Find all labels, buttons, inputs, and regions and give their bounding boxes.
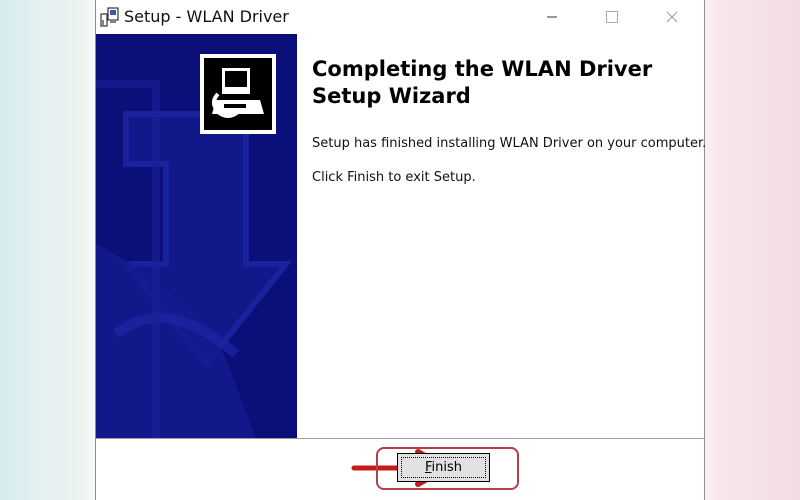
wizard-content: Completing the WLAN Driver Setup Wizard … [312,34,706,185]
finish-button[interactable]: Finish [397,453,490,482]
title-bar[interactable]: Setup - WLAN Driver [96,0,704,34]
install-complete-message: Setup has finished installing WLAN Drive… [312,136,707,151]
close-button[interactable] [642,0,702,34]
finish-label-rest: inish [431,460,463,475]
installer-computer-icon [200,54,276,134]
minimize-button[interactable] [522,0,582,34]
exit-instruction: Click Finish to exit Setup. [312,170,476,185]
minimize-icon [547,16,557,18]
setup-app-icon [100,6,120,28]
page-title-line1: Completing the WLAN Driver [312,57,653,81]
maximize-icon [606,11,618,23]
page-title: Completing the WLAN Driver Setup Wizard [312,56,692,110]
maximize-button[interactable] [582,0,642,34]
finish-button-label: Finish [425,460,462,475]
window-title: Setup - WLAN Driver [124,7,289,26]
close-icon [666,11,678,23]
setup-wizard-window: Setup - WLAN Driver Completing the WLAN … [95,0,706,500]
wizard-side-banner [96,34,297,438]
page-title-line2: Setup Wizard [312,84,471,108]
